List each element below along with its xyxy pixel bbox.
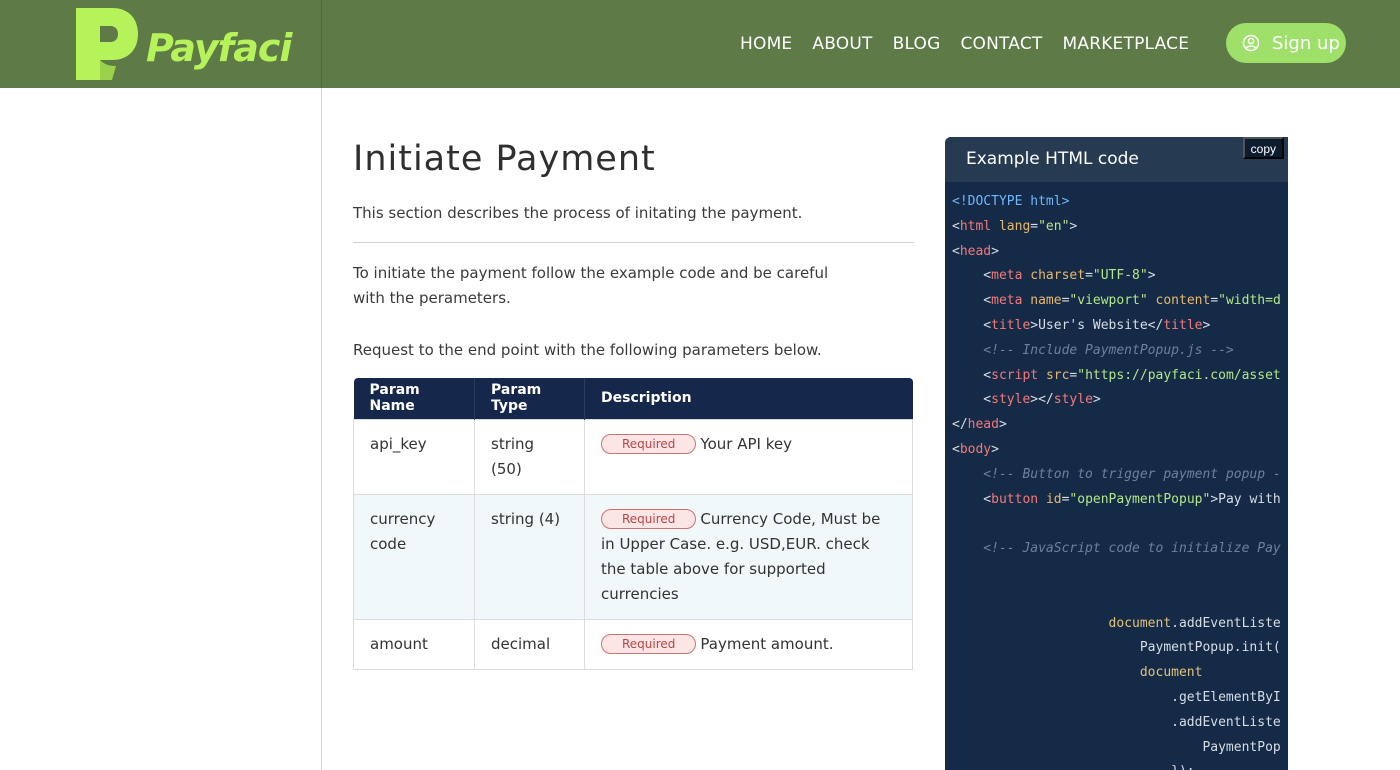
nav-blog[interactable]: BLOG — [893, 34, 941, 54]
required-badge: Required — [601, 633, 697, 654]
logo-area[interactable]: Payfaci — [0, 0, 322, 88]
payfaci-logo-icon — [76, 8, 138, 80]
table-row: api_key string (50) Required Your API key — [353, 418, 913, 495]
site-header: Payfaci HOME ABOUT BLOG CONTACT MARKETPL… — [0, 0, 1400, 88]
required-badge: Required — [601, 508, 697, 529]
param-type-cell: decimal — [474, 618, 585, 670]
signup-button[interactable]: Sign up — [1226, 23, 1346, 63]
table-row: currency code string (4) Required Currenc… — [353, 493, 913, 620]
copy-button[interactable]: copy — [1242, 137, 1284, 159]
signup-label: Sign up — [1272, 32, 1340, 54]
code-block[interactable]: <!DOCTYPE html> <html lang="en"> <head> … — [945, 182, 1288, 770]
section-divider — [353, 242, 914, 243]
param-description-cell: Required Your API key — [584, 418, 913, 495]
table-header-row: Param Name Param Type Description — [353, 378, 913, 419]
page-title: Initiate Payment — [353, 139, 656, 179]
param-name-cell: amount — [353, 618, 475, 670]
sidebar-divider — [321, 88, 322, 770]
request-text: Request to the end point with the follow… — [353, 341, 822, 359]
param-name-cell: api_key — [353, 418, 475, 495]
main-nav: HOME ABOUT BLOG CONTACT MARKETPLACE — [740, 0, 1189, 88]
main-content: Initiate Payment This section describes … — [353, 88, 915, 670]
required-badge: Required — [601, 433, 697, 454]
brand-name: Payfaci — [146, 26, 292, 70]
header-param-name: Param Name — [353, 378, 475, 419]
user-circle-icon — [1242, 34, 1260, 52]
description-text: Payment amount. — [700, 634, 834, 653]
header-description: Description — [584, 378, 913, 419]
intro-text: This section describes the process of in… — [353, 204, 803, 222]
description-text: Your API key — [700, 434, 792, 453]
nav-about[interactable]: ABOUT — [812, 34, 872, 54]
params-table: Param Name Param Type Description api_ke… — [353, 378, 913, 670]
param-description-cell: Required Currency Code, Must be in Upper … — [584, 493, 913, 620]
header-param-type: Param Type — [474, 378, 585, 419]
param-description-cell: Required Payment amount. — [584, 618, 913, 670]
nav-contact[interactable]: CONTACT — [960, 34, 1042, 54]
nav-marketplace[interactable]: MARKETPLACE — [1063, 34, 1190, 54]
code-panel-title: Example HTML code — [945, 137, 1288, 182]
instruction-text: To initiate the payment follow the examp… — [353, 264, 829, 307]
table-row: amount decimal Required Payment amount. — [353, 618, 913, 670]
code-example-panel: Example HTML code copy <!DOCTYPE html> <… — [945, 137, 1288, 770]
param-type-cell: string (50) — [474, 418, 585, 495]
param-type-cell: string (4) — [474, 493, 585, 620]
nav-home[interactable]: HOME — [740, 34, 792, 54]
param-name-cell: currency code — [353, 493, 475, 620]
